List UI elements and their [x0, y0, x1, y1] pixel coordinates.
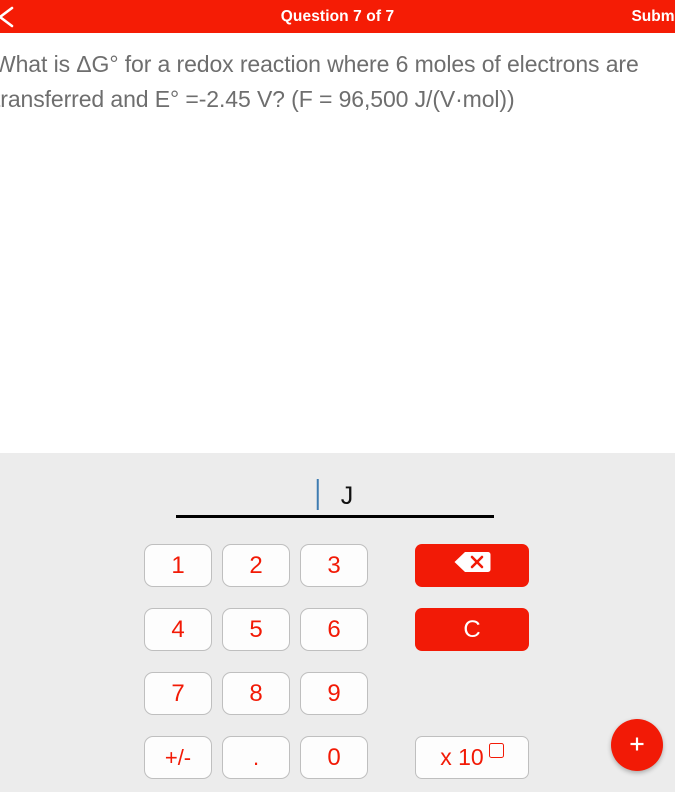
text-caret — [316, 479, 319, 510]
keypad-panel: J 1 2 3 4 5 6 7 8 9 +/- . 0 C x 10 — [0, 453, 675, 792]
key-5[interactable]: 5 — [222, 608, 290, 651]
question-text: What is ΔG° for a redox reaction where 6… — [0, 51, 639, 112]
answer-input[interactable]: J — [176, 471, 494, 518]
submit-button[interactable]: Submit — [631, 0, 675, 33]
plus-icon — [627, 734, 647, 757]
key-3[interactable]: 3 — [300, 544, 368, 587]
exponent-placeholder-box — [488, 743, 504, 758]
key-8[interactable]: 8 — [222, 672, 290, 715]
key-decimal-point[interactable]: . — [222, 736, 290, 779]
scientific-notation-button[interactable]: x 10 — [415, 736, 529, 779]
key-7[interactable]: 7 — [144, 672, 212, 715]
key-0[interactable]: 0 — [300, 736, 368, 779]
add-floating-action-button[interactable] — [611, 719, 663, 771]
key-6[interactable]: 6 — [300, 608, 368, 651]
app-header: Question 7 of 7 Submit — [0, 0, 675, 33]
backspace-delete-icon — [453, 551, 491, 580]
scientific-notation-text: x 10 — [440, 744, 484, 770]
key-sign-toggle[interactable]: +/- — [144, 736, 212, 779]
question-area: What is ΔG° for a redox reaction where 6… — [0, 33, 675, 453]
key-2[interactable]: 2 — [222, 544, 290, 587]
scientific-notation-label: x 10 — [440, 743, 504, 771]
clear-button[interactable]: C — [415, 608, 529, 651]
numeric-keypad: 1 2 3 4 5 6 7 8 9 +/- . 0 — [144, 544, 368, 779]
key-4[interactable]: 4 — [144, 608, 212, 651]
answer-input-content: J — [316, 477, 354, 511]
key-9[interactable]: 9 — [300, 672, 368, 715]
answer-unit-label: J — [340, 482, 354, 510]
page-title: Question 7 of 7 — [280, 8, 395, 25]
action-keypad: C x 10 — [415, 544, 529, 779]
backspace-button[interactable] — [415, 544, 529, 587]
action-key-spacer — [415, 672, 529, 715]
key-1[interactable]: 1 — [144, 544, 212, 587]
